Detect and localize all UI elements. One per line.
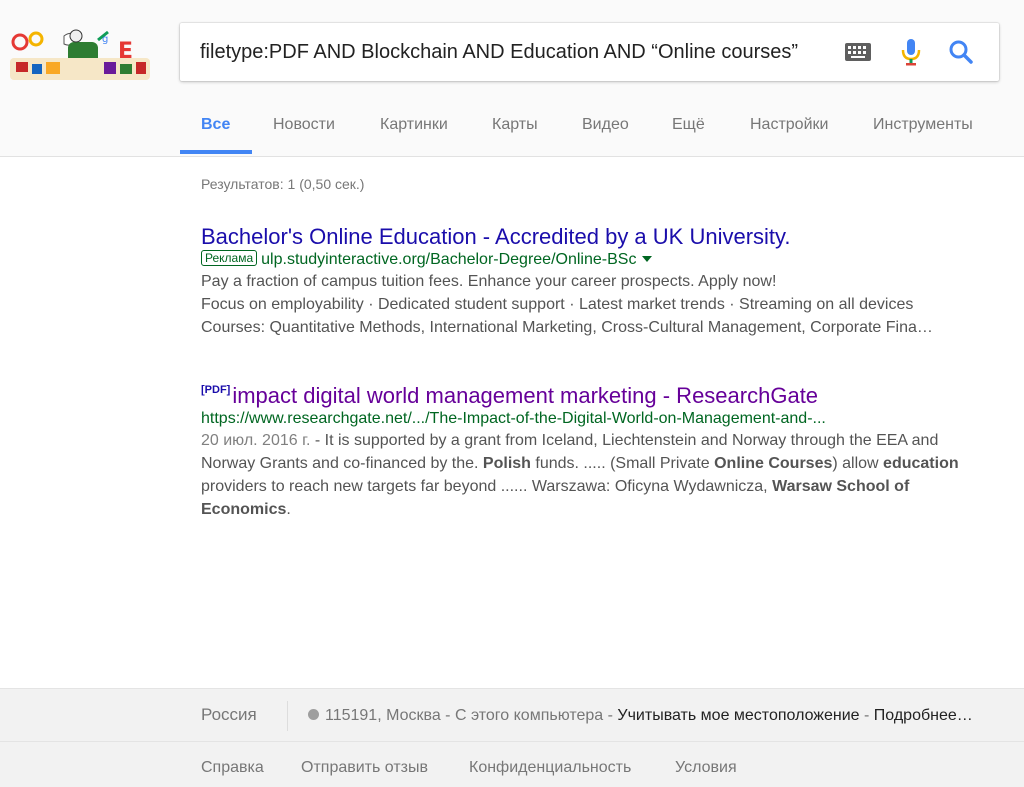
tab-images[interactable]: Картинки xyxy=(380,116,448,134)
active-tab-indicator xyxy=(180,150,252,154)
svg-text:g: g xyxy=(102,34,108,45)
snippet-text: providers to reach new targets far beyon… xyxy=(201,478,773,495)
result-stats: Результатов: 1 (0,50 сек.) xyxy=(201,176,365,192)
result-url-line: Реклама ulp.studyinteractive.org/Bachelor… xyxy=(201,250,991,270)
footer-location-row: Россия 115191, Москва - С этого компьюте… xyxy=(0,689,1024,742)
footer-country: Россия xyxy=(201,705,257,724)
result-url: https://www.researchgate.net/.../The-Imp… xyxy=(201,410,826,427)
search-icon[interactable] xyxy=(948,39,974,65)
result-date: 20 июл. 2016 г. xyxy=(201,432,311,449)
result-title-text[interactable]: impact digital world management marketin… xyxy=(232,383,818,408)
tab-maps[interactable]: Карты xyxy=(492,116,538,134)
ad-line: Pay a fraction of campus tuition fees. E… xyxy=(201,273,777,290)
tab-settings[interactable]: Настройки xyxy=(750,116,828,134)
snippet-text: . xyxy=(286,501,291,518)
tab-all[interactable]: Все xyxy=(201,116,230,134)
footer-link-help[interactable]: Справка xyxy=(201,759,264,777)
tab-video[interactable]: Видео xyxy=(582,116,629,134)
pdf-tag: [PDF] xyxy=(201,384,231,396)
search-box[interactable]: filetype:PDF AND Blockchain AND Educatio… xyxy=(180,23,999,81)
location-postal: 115191, Москва xyxy=(325,707,441,724)
microphone-icon[interactable] xyxy=(900,37,922,67)
result-title-link[interactable]: [PDF]impact digital world management mar… xyxy=(201,377,991,409)
snippet-highlight: Online Courses xyxy=(714,455,833,472)
footer-link-terms[interactable]: Условия xyxy=(675,759,737,777)
more-info-link[interactable]: Подробнее… xyxy=(874,707,973,724)
ad-courses-line: Courses: Quantitative Methods, Internati… xyxy=(201,319,933,336)
result-url[interactable]: ulp.studyinteractive.org/Bachelor-Degree… xyxy=(261,251,636,268)
search-tabs: Все Новости Картинки Карты Видео Ещё Нас… xyxy=(0,104,1024,156)
google-doodle-logo[interactable]: E g xyxy=(6,22,152,84)
snippet-highlight: education xyxy=(883,455,959,472)
location-separator: - xyxy=(603,707,618,724)
footer-location: 115191, Москва - С этого компьютера - Уч… xyxy=(308,707,1013,725)
footer-divider xyxy=(287,701,288,731)
footer: Россия 115191, Москва - С этого компьюте… xyxy=(0,688,1024,787)
use-location-link[interactable]: Учитывать мое местоположение xyxy=(617,707,859,724)
location-dot-icon xyxy=(308,709,319,720)
snippet-text: ) allow xyxy=(832,455,884,472)
snippet-highlight: Polish xyxy=(482,455,531,472)
tab-tools[interactable]: Инструменты xyxy=(873,116,973,134)
location-separator: - xyxy=(440,707,455,724)
url-dropdown-arrow-icon[interactable] xyxy=(642,256,653,262)
search-input[interactable]: filetype:PDF AND Blockchain AND Educatio… xyxy=(200,40,830,64)
header: E g filetype:PDF AND Blockchain AND Educ… xyxy=(0,0,1024,157)
keyboard-icon[interactable] xyxy=(845,43,871,61)
tab-more[interactable]: Ещё xyxy=(672,116,705,134)
result-snippet: 20 июл. 2016 г. - It is supported by a g… xyxy=(201,429,991,521)
footer-link-privacy[interactable]: Конфиденциальность xyxy=(469,759,631,777)
location-separator: - xyxy=(859,707,874,724)
snippet-text: funds. ..... (Small Private xyxy=(530,455,715,472)
location-source: С этого компьютера xyxy=(454,707,604,724)
search-result: [PDF]impact digital world management mar… xyxy=(201,377,991,521)
ad-sitelinks[interactable]: Focus on employability · Dedicated stude… xyxy=(201,293,991,316)
search-result-ad: Bachelor's Online Education - Accredited… xyxy=(201,223,991,339)
ad-badge: Реклама xyxy=(201,250,258,266)
footer-link-feedback[interactable]: Отправить отзыв xyxy=(301,759,428,777)
tab-news[interactable]: Новости xyxy=(273,116,335,134)
result-title-link[interactable]: Bachelor's Online Education - Accredited… xyxy=(201,223,991,250)
